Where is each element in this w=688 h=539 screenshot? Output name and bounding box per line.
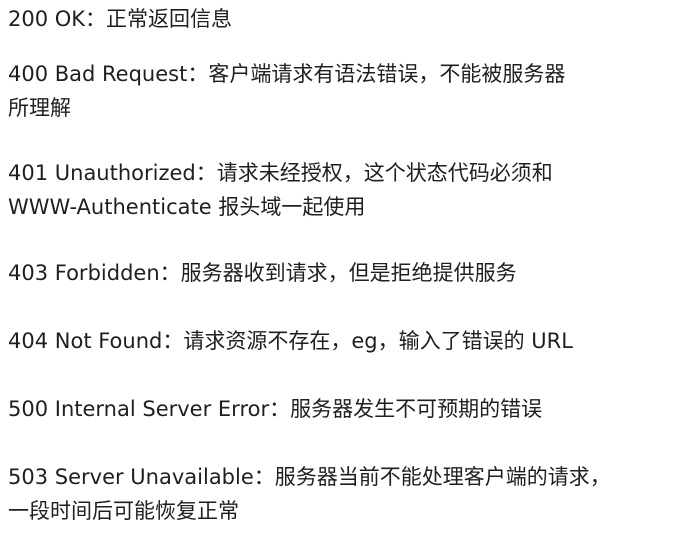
status-500-text: 500 Internal Server Error：服务器发生不可预期的错误 (8, 397, 543, 421)
status-503-entry: 503 Server Unavailable：服务器当前不能处理客户端的请求， … (8, 460, 684, 528)
status-503-text-line-2: 一段时间后可能恢复正常 (8, 499, 239, 523)
status-401-text-line-1: 401 Unauthorized：请求未经授权，这个状态代码必须和 (8, 161, 553, 185)
status-400-entry: 400 Bad Request：客户端请求有语法错误，不能被服务器 所理解 (8, 57, 684, 125)
status-403-text: 403 Forbidden：服务器收到请求，但是拒绝提供服务 (8, 261, 517, 285)
status-403-entry: 403 Forbidden：服务器收到请求，但是拒绝提供服务 (8, 256, 684, 290)
status-404-entry: 404 Not Found：请求资源不存在，eg，输入了错误的 URL (8, 324, 684, 358)
status-503-text-line-1: 503 Server Unavailable：服务器当前不能处理客户端的请求， (8, 465, 611, 489)
status-500-entry: 500 Internal Server Error：服务器发生不可预期的错误 (8, 392, 684, 426)
status-404-text: 404 Not Found：请求资源不存在，eg，输入了错误的 URL (8, 329, 573, 353)
status-200-text: 200 OK：正常返回信息 (8, 7, 233, 31)
status-401-text-line-2: WWW-Authenticate 报头域一起使用 (8, 195, 366, 219)
status-400-text-line-2: 所理解 (8, 96, 71, 120)
status-200-entry: 200 OK：正常返回信息 (8, 2, 684, 36)
status-400-text-line-1: 400 Bad Request：客户端请求有语法错误，不能被服务器 (8, 62, 566, 86)
status-401-entry: 401 Unauthorized：请求未经授权，这个状态代码必须和 WWW-Au… (8, 156, 684, 224)
